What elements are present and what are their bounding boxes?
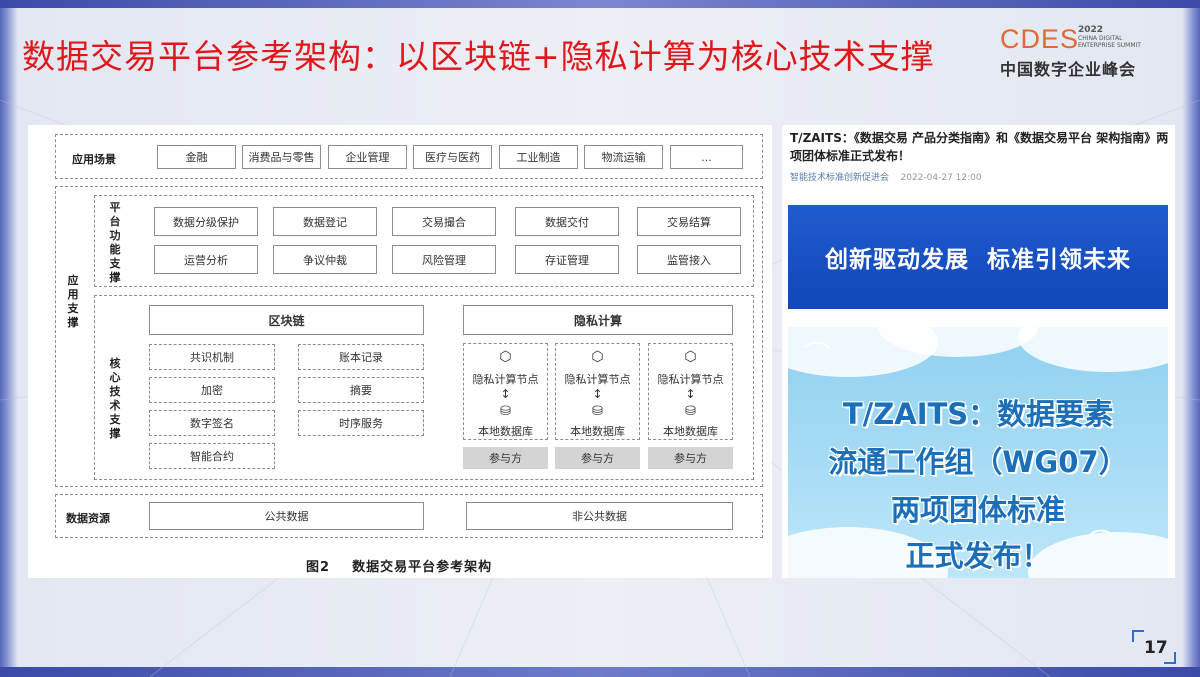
announcement-line: 两项团体标准 [890,493,1065,527]
platform-item: 监管接入 [637,245,741,274]
database-icon: ⛁ [685,404,696,419]
scene-item: 物流运输 [584,145,663,169]
scene-item: 金融 [157,145,236,169]
double-arrow-icon: ↕ [500,387,511,401]
blockchain-item: 加密 [149,377,275,403]
announcement-line: 正式发布！ [905,539,1051,573]
local-db-label: 本地数据库 [570,425,625,438]
figure-caption: 图2 数据交易平台参考架构 [306,560,493,575]
blockchain-header: 区块链 [149,305,424,335]
local-db-label: 本地数据库 [663,425,718,438]
database-icon: ⛁ [592,404,603,419]
logo-year: 2022 [1078,25,1104,35]
platform-item: 数据交付 [515,207,619,236]
top-frame-bar [0,0,1200,8]
blockchain-item: 摘要 [298,377,424,403]
platform-item: 交易撮合 [392,207,496,236]
cdes-logo: CDES 2022 CHINA DIGITAL ENTERPRISE SUMMI… [1000,24,1160,80]
participant-box: 参与方 [463,447,548,469]
logo-chinese-name: 中国数字企业峰会 [1000,60,1137,79]
data-resource-label: 数据资源 [66,512,110,525]
article-datetime: 2022-04-27 12:00 [900,173,982,183]
privacy-node: ⬡ 隐私计算节点 ↕ ⛁ 本地数据库 [463,343,548,440]
privacy-node: ⬡ 隐私计算节点 ↕ ⛁ 本地数据库 [648,343,733,440]
privacy-node-label: 隐私计算节点 [472,373,539,386]
announcement-line: 流通工作组（WG07） [828,445,1128,479]
corner-bracket [1132,630,1144,642]
platform-item: 运营分析 [154,245,258,274]
architecture-diagram: 应用场景 金融 消费品与零售 企业管理 医疗与医药 工业制造 物流运输 ... … [28,125,772,578]
app-scene-label: 应用场景 [72,153,116,166]
scene-item: 医疗与医药 [413,145,492,169]
public-data-box: 公共数据 [149,502,424,530]
cube-icon: ⬡ [499,349,512,365]
privacy-node-label: 隐私计算节点 [657,373,724,386]
platform-label: 平台功能支撑 [109,201,121,284]
cube-icon: ⬡ [591,349,604,365]
local-db-label: 本地数据库 [478,425,533,438]
article-title[interactable]: T/ZAITS：《数据交易 产品分类指南》和《数据交易平台 架构指南》两项团体标… [790,129,1170,165]
double-arrow-icon: ↕ [685,387,696,401]
scene-item: 企业管理 [328,145,407,169]
page-number-badge: 17 [1132,630,1176,664]
platform-item: 风险管理 [392,245,496,274]
blockchain-item: 共识机制 [149,344,275,370]
scene-item: 工业制造 [499,145,578,169]
announcement-line: T/ZAITS：数据要素 [842,397,1114,431]
article-screenshot: T/ZAITS：《数据交易 产品分类指南》和《数据交易平台 架构指南》两项团体标… [782,125,1175,578]
privacy-node: ⬡ 隐私计算节点 ↕ ⛁ 本地数据库 [555,343,640,440]
platform-item: 争议仲裁 [273,245,377,274]
participant-box: 参与方 [648,447,733,469]
logo-brand: CDES [1000,24,1080,54]
scene-item: 消费品与零售 [242,145,321,169]
scene-item: ... [670,145,743,169]
logo-subtitle: CHINA DIGITAL ENTERPRISE SUMMIT [1078,35,1141,49]
cloud-shape [1018,327,1168,372]
platform-item: 数据分级保护 [154,207,258,236]
slide-title: 数据交易平台参考架构：以区块链+隐私计算为核心技术支撑 [22,37,935,76]
bird-icon: ⌒ [804,341,831,371]
privacy-node-label: 隐私计算节点 [564,373,631,386]
platform-item: 存证管理 [515,245,619,274]
core-tech-label: 核心技术支撑 [109,357,121,440]
cube-icon: ⬡ [684,349,697,365]
blockchain-item: 数字签名 [149,410,275,436]
article-source[interactable]: 智能技术标准创新促进会 [790,173,889,183]
app-support-label: 应用支撑 [67,274,79,329]
bottom-frame-bar [0,667,1200,677]
non-public-data-box: 非公共数据 [466,502,733,530]
blockchain-item: 账本记录 [298,344,424,370]
banner-slogan: 创新驱动发展 标准引领未来 [824,247,1131,273]
blockchain-item: 时序服务 [298,410,424,436]
platform-item: 数据登记 [273,207,377,236]
database-icon: ⛁ [500,404,511,419]
banner-innovation: 创新驱动发展 标准引领未来 [788,205,1168,309]
privacy-computing-header: 隐私计算 [463,305,733,335]
blockchain-item: 智能合约 [149,443,275,469]
page-number: 17 [1144,638,1168,658]
participant-box: 参与方 [555,447,640,469]
platform-item: 交易结算 [637,207,741,236]
double-arrow-icon: ↕ [592,387,603,401]
banner-announcement: ⌒ ⌒ T/ZAITS：数据要素 流通工作组（WG07） 两项团体标准 正式发布… [788,327,1168,578]
article-meta: 智能技术标准创新促进会 2022-04-27 12:00 [790,170,982,183]
